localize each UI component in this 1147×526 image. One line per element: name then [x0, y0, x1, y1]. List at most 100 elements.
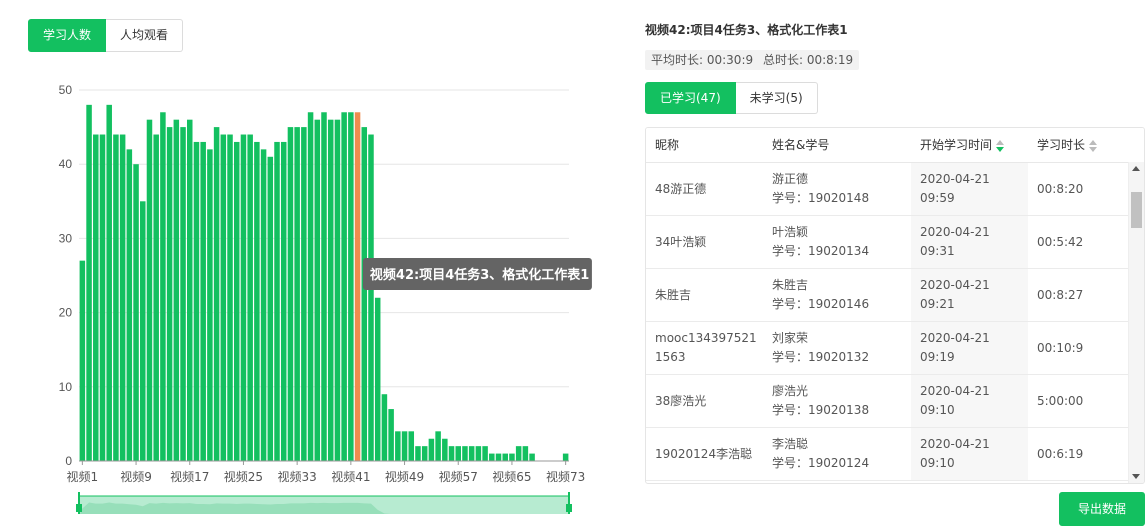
bar[interactable]: [368, 134, 374, 461]
tab-learners[interactable]: 学习人数: [28, 19, 107, 52]
bar[interactable]: [495, 453, 502, 461]
bar[interactable]: [401, 431, 408, 461]
bar[interactable]: [153, 134, 159, 461]
table-row[interactable]: 19020124李浩聪 李浩聪 学号：19020124 2020-04-21 09…: [646, 428, 1144, 481]
bar[interactable]: [442, 438, 448, 461]
y-tick-label: 20: [59, 306, 73, 320]
bar[interactable]: [348, 112, 354, 461]
bar[interactable]: [140, 201, 146, 462]
bar[interactable]: [509, 453, 515, 461]
bar[interactable]: [468, 446, 475, 461]
bar[interactable]: [113, 134, 119, 461]
bar[interactable]: [381, 394, 388, 461]
bar[interactable]: [86, 104, 92, 461]
col-name-id-label: 姓名&学号: [772, 138, 830, 152]
bar[interactable]: [374, 297, 381, 461]
bar[interactable]: [341, 112, 347, 461]
bar[interactable]: [280, 141, 287, 461]
bar[interactable]: [267, 156, 274, 461]
bar[interactable]: [193, 141, 200, 461]
table-scrollbar[interactable]: [1128, 162, 1144, 483]
bar[interactable]: [119, 134, 126, 461]
tab-learned[interactable]: 已学习(47): [645, 82, 736, 114]
bar[interactable]: [274, 141, 280, 461]
bar[interactable]: [314, 119, 321, 462]
name-id-cell: 游正德 学号：19020148: [763, 163, 911, 215]
bar[interactable]: [180, 127, 186, 461]
bar[interactable]: [146, 119, 153, 462]
start-time-cell: 2020-04-21 09:10: [911, 428, 1028, 480]
bar[interactable]: [489, 453, 495, 461]
bar[interactable]: [186, 119, 193, 462]
bar[interactable]: [428, 438, 435, 461]
bar[interactable]: [227, 134, 233, 461]
col-start-time[interactable]: 开始学习时间: [911, 128, 1028, 162]
bar[interactable]: [240, 134, 247, 461]
bar[interactable]: [361, 127, 368, 461]
name-id-cell: 李浩聪 学号：19020124: [763, 428, 911, 480]
export-data-button[interactable]: 导出数据: [1059, 492, 1145, 526]
bar[interactable]: [388, 409, 394, 461]
nickname-cell: 38廖浩光: [655, 393, 707, 408]
table-row[interactable]: 48游正德 游正德 学号：19020148 2020-04-21 09:59 00…: [646, 163, 1144, 216]
bar[interactable]: [522, 446, 529, 461]
bar[interactable]: [515, 446, 522, 461]
bar[interactable]: [334, 119, 341, 462]
bar[interactable]: [301, 127, 307, 461]
y-tick-label: 40: [59, 157, 73, 171]
bar[interactable]: [475, 446, 482, 461]
bar[interactable]: [462, 446, 468, 461]
sort-icon[interactable]: [996, 139, 1005, 153]
scroll-up-arrow-icon[interactable]: [1132, 166, 1140, 171]
bar[interactable]: [321, 112, 327, 461]
student-id: 学号：19020146: [772, 297, 870, 311]
bar[interactable]: [502, 453, 508, 461]
bar[interactable]: [435, 431, 441, 461]
bar[interactable]: [294, 127, 300, 461]
tab-unlearned[interactable]: 未学习(5): [735, 82, 818, 114]
table-row[interactable]: 朱胜吉 朱胜吉 学号：19020146 2020-04-21 09:21 00:8…: [646, 269, 1144, 322]
bar[interactable]: [126, 149, 133, 462]
bar[interactable]: [106, 104, 112, 461]
bar[interactable]: [482, 446, 488, 461]
bar[interactable]: [254, 141, 260, 461]
bar[interactable]: [166, 127, 173, 461]
bar[interactable]: [173, 119, 180, 462]
bar[interactable]: [200, 141, 206, 461]
bar[interactable]: [247, 134, 253, 461]
scroll-thumb[interactable]: [1131, 192, 1142, 228]
bar[interactable]: [260, 149, 267, 462]
bar[interactable]: [287, 127, 294, 461]
scroll-down-arrow-icon[interactable]: [1132, 474, 1140, 479]
bar[interactable]: [354, 112, 361, 461]
y-tick-label: 30: [59, 231, 73, 245]
bar[interactable]: [529, 453, 535, 461]
table-row[interactable]: 38廖浩光 廖浩光 学号：19020138 2020-04-21 09:10 5:…: [646, 375, 1144, 428]
table-row[interactable]: 34叶浩颖 叶浩颖 学号：19020134 2020-04-21 09:31 00…: [646, 216, 1144, 269]
bar[interactable]: [408, 431, 415, 461]
bar[interactable]: [133, 164, 139, 461]
x-tick-label: 视频57: [439, 469, 478, 484]
table-row[interactable]: mooc1343975211563 刘家荣 学号：19020132 2020-04…: [646, 322, 1144, 375]
bar[interactable]: [160, 112, 166, 461]
bar[interactable]: [93, 134, 99, 461]
bar[interactable]: [79, 260, 86, 461]
bar[interactable]: [327, 119, 334, 462]
start-time-cell: 2020-04-21 09:21: [911, 269, 1028, 321]
bar[interactable]: [213, 127, 220, 461]
bar[interactable]: [448, 446, 455, 461]
x-tick-label: 视频41: [331, 469, 370, 484]
bar[interactable]: [415, 446, 421, 461]
bar[interactable]: [455, 446, 462, 461]
bar[interactable]: [220, 134, 227, 461]
bar[interactable]: [307, 112, 314, 461]
bar[interactable]: [562, 453, 569, 461]
sort-icon[interactable]: [1089, 139, 1098, 153]
bar[interactable]: [207, 149, 213, 462]
bar[interactable]: [395, 431, 401, 461]
col-duration[interactable]: 学习时长: [1028, 128, 1128, 162]
bar[interactable]: [233, 141, 240, 461]
tab-avg-views[interactable]: 人均观看: [106, 19, 184, 52]
bar[interactable]: [99, 134, 106, 461]
bar[interactable]: [421, 446, 428, 461]
